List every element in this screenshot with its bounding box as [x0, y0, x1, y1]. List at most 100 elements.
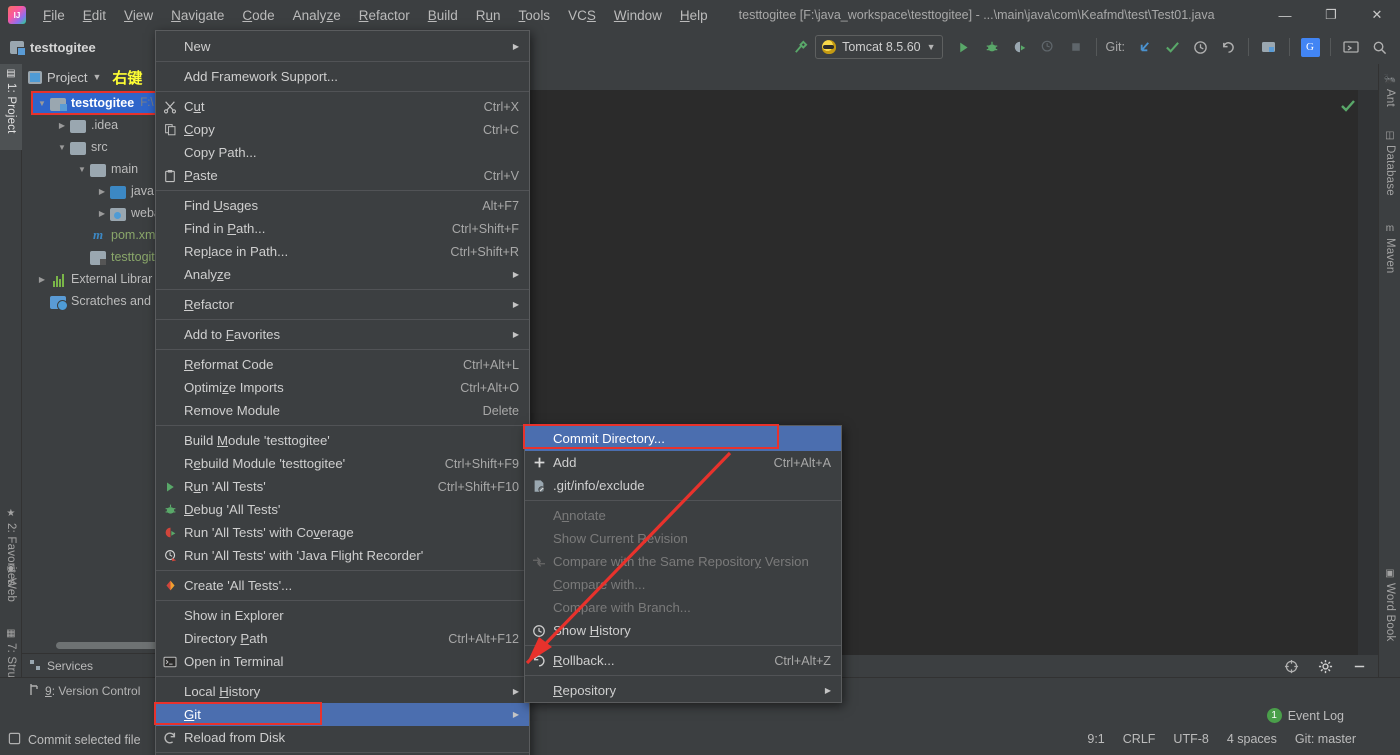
menu-item-reload-from-disk[interactable]: Reload from Disk: [156, 726, 529, 749]
menu-item-open-in-terminal[interactable]: Open in Terminal: [156, 650, 529, 673]
bottom-item-version-control[interactable]: 9: Version Control: [0, 678, 150, 705]
git-update-project-icon[interactable]: [1131, 34, 1157, 60]
menu-item-run-with-flight-recorder[interactable]: Run 'All Tests' with 'Java Flight Record…: [156, 544, 529, 567]
menu-item-run-with-coverage[interactable]: Run 'All Tests' with Coverage: [156, 521, 529, 544]
target-icon[interactable]: [1278, 653, 1304, 679]
reload-icon: [162, 730, 178, 746]
menu-item-new[interactable]: New ▶: [156, 35, 529, 58]
submenu-item-show-history[interactable]: Show History: [525, 619, 841, 642]
menu-item-reformat-code[interactable]: Reformat Code Ctrl+Alt+L: [156, 353, 529, 376]
intellij-window: File Edit View Navigate Code Analyze Ref…: [0, 0, 1400, 755]
menu-analyze[interactable]: Analyze: [284, 4, 350, 27]
run-with-coverage-icon[interactable]: [1007, 34, 1033, 60]
sidebar-item-word-book[interactable]: ▣ Word Book: [1379, 564, 1400, 658]
menu-item-copy[interactable]: Copy Ctrl+C: [156, 118, 529, 141]
indent-setting[interactable]: 4 spaces: [1227, 732, 1277, 746]
menu-item-find-usages[interactable]: Find Usages Alt+F7: [156, 194, 529, 217]
menu-label: Create 'All Tests'...: [184, 578, 293, 593]
submenu-item-repository[interactable]: Repository ▶: [525, 679, 841, 702]
compare-icon: [531, 554, 547, 570]
menu-item-local-history[interactable]: Local History ▶: [156, 680, 529, 703]
menu-navigate[interactable]: Navigate: [162, 4, 233, 27]
translate-glyph-icon: G: [1300, 37, 1320, 57]
inspection-ok-icon[interactable]: [1340, 98, 1356, 118]
menu-label: Build Module 'testtogitee': [184, 433, 330, 448]
event-log-indicator[interactable]: 1 Event Log: [1266, 708, 1344, 723]
twisty-closed-icon[interactable]: [34, 275, 50, 284]
submenu-item-rollback[interactable]: Rollback... Ctrl+Alt+Z: [525, 649, 841, 672]
menu-item-optimize-imports[interactable]: Optimize Imports Ctrl+Alt+O: [156, 376, 529, 399]
terminal-icon[interactable]: [1338, 34, 1364, 60]
caret-position[interactable]: 9:1: [1087, 732, 1104, 746]
search-everywhere-icon[interactable]: [1366, 34, 1392, 60]
file-encoding[interactable]: UTF-8: [1173, 732, 1208, 746]
menu-item-directory-path[interactable]: Directory Path Ctrl+Alt+F12: [156, 627, 529, 650]
git-commit-icon[interactable]: [1159, 34, 1185, 60]
stop-icon[interactable]: [1063, 34, 1089, 60]
twisty-closed-icon[interactable]: [54, 121, 70, 130]
menu-item-refactor[interactable]: Refactor ▶: [156, 293, 529, 316]
twisty-open-icon[interactable]: [54, 143, 70, 152]
sidebar-item-maven[interactable]: m Maven: [1379, 219, 1400, 289]
menu-item-copy-path[interactable]: Copy Path...: [156, 141, 529, 164]
menu-item-paste[interactable]: Paste Ctrl+V: [156, 164, 529, 187]
menu-item-debug-all-tests[interactable]: Debug 'All Tests': [156, 498, 529, 521]
git-rollback-icon[interactable]: [1215, 34, 1241, 60]
minimize-icon[interactable]: [1346, 653, 1372, 679]
menu-item-add-to-favorites[interactable]: Add to Favorites ▶: [156, 323, 529, 346]
chevron-down-icon[interactable]: ▼: [92, 72, 101, 82]
twisty-closed-icon[interactable]: [94, 187, 110, 196]
sidebar-item-database[interactable]: ◫ Database: [1379, 126, 1400, 214]
menu-file[interactable]: File: [34, 4, 74, 27]
twisty-open-icon[interactable]: [74, 165, 90, 174]
line-separator[interactable]: CRLF: [1123, 732, 1156, 746]
menu-item-git[interactable]: Git ▶: [156, 703, 529, 726]
run-icon[interactable]: [951, 34, 977, 60]
menu-item-create-all-tests[interactable]: Create 'All Tests'...: [156, 574, 529, 597]
close-button[interactable]: ✕: [1354, 0, 1400, 30]
submenu-item-add[interactable]: Add Ctrl+Alt+A: [525, 451, 841, 474]
menu-item-run-all-tests[interactable]: Run 'All Tests' Ctrl+Shift+F10: [156, 475, 529, 498]
menu-item-rebuild-module[interactable]: Rebuild Module 'testtogitee' Ctrl+Shift+…: [156, 452, 529, 475]
maximize-button[interactable]: ❐: [1308, 0, 1354, 30]
menu-item-cut[interactable]: Cut Ctrl+X: [156, 95, 529, 118]
menu-item-show-in-explorer[interactable]: Show in Explorer: [156, 604, 529, 627]
menu-item-replace-in-path[interactable]: Replace in Path... Ctrl+Shift+R: [156, 240, 529, 263]
menu-item-remove-module[interactable]: Remove Module Delete: [156, 399, 529, 422]
git-history-icon[interactable]: [1187, 34, 1213, 60]
menu-item-find-in-path[interactable]: Find in Path... Ctrl+Shift+F: [156, 217, 529, 240]
debug-icon[interactable]: [979, 34, 1005, 60]
translate-icon[interactable]: G: [1297, 34, 1323, 60]
menu-item-add-framework-support[interactable]: Add Framework Support...: [156, 65, 529, 88]
menu-item-analyze[interactable]: Analyze ▶: [156, 263, 529, 286]
sidebar-item-project[interactable]: ▤ 1: Project: [0, 64, 22, 150]
right-tool-strip: 🐜 Ant ◫ Database m Maven ▣ Word Book: [1378, 64, 1400, 677]
menu-refactor[interactable]: Refactor: [350, 4, 419, 27]
menu-item-build-module[interactable]: Build Module 'testtogitee': [156, 429, 529, 452]
twisty-closed-icon[interactable]: [94, 209, 110, 218]
build-hammer-icon[interactable]: [787, 34, 813, 60]
project-chip[interactable]: testtogitee: [10, 40, 96, 56]
menu-window[interactable]: Window: [605, 4, 671, 27]
submenu-item-commit-directory[interactable]: Commit Directory...: [525, 426, 841, 451]
project-structure-icon[interactable]: [1256, 34, 1282, 60]
menu-edit[interactable]: Edit: [74, 4, 115, 27]
twisty-open-icon[interactable]: [34, 99, 50, 108]
sidebar-item-ant[interactable]: 🐜 Ant: [1379, 70, 1400, 122]
profiler-icon[interactable]: [1035, 34, 1061, 60]
submenu-item-git-info-exclude[interactable]: .git/info/exclude: [525, 474, 841, 497]
gear-icon[interactable]: [1312, 653, 1338, 679]
menu-help[interactable]: Help: [671, 4, 717, 27]
run-configuration-selector[interactable]: Tomcat 8.5.60 ▼: [815, 35, 943, 59]
sidebar-item-web[interactable]: ◉ Web: [0, 559, 22, 621]
menu-build[interactable]: Build: [419, 4, 467, 27]
minimize-button[interactable]: —: [1262, 0, 1308, 30]
menu-label: Open in Terminal: [184, 654, 284, 669]
editor-scrollbar[interactable]: [1358, 90, 1378, 677]
menu-code[interactable]: Code: [233, 4, 283, 27]
menu-vcs[interactable]: VCS: [559, 4, 605, 27]
menu-view[interactable]: View: [115, 4, 162, 27]
menu-tools[interactable]: Tools: [510, 4, 560, 27]
menu-run[interactable]: Run: [467, 4, 510, 27]
git-branch-widget[interactable]: Git: master: [1295, 732, 1356, 746]
